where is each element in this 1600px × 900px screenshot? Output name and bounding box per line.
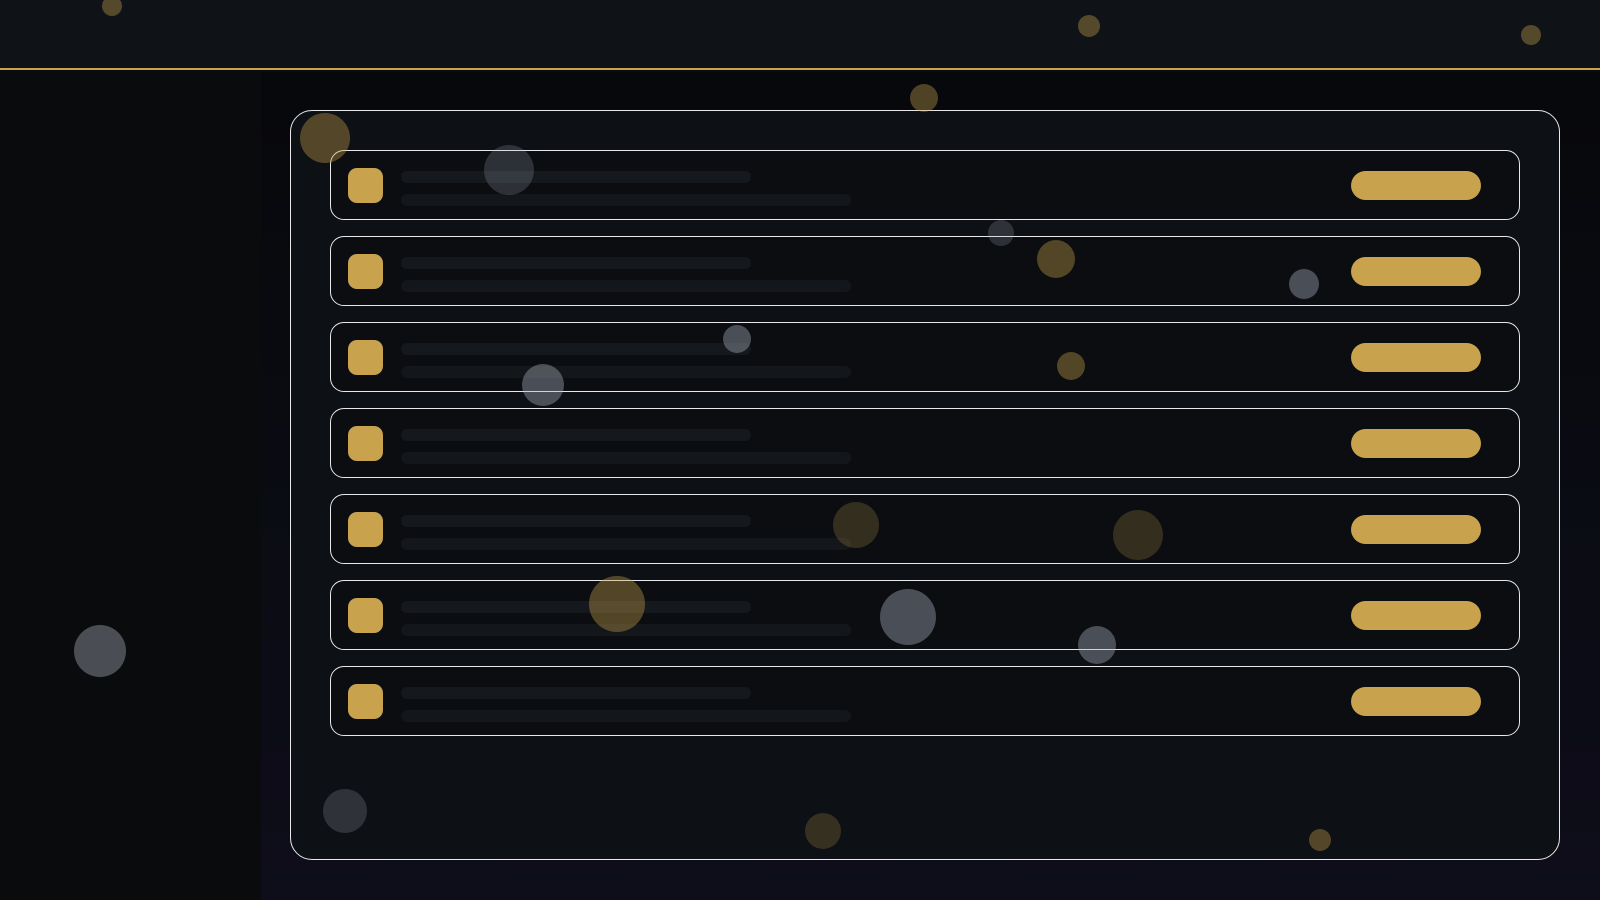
item-action-button[interactable] <box>1351 601 1481 630</box>
item-action-button[interactable] <box>1351 515 1481 544</box>
item-action-button[interactable] <box>1351 257 1481 286</box>
app-window <box>0 0 1600 900</box>
skeleton-list <box>330 150 1520 752</box>
list-item[interactable] <box>330 666 1520 736</box>
item-action-button[interactable] <box>1351 429 1481 458</box>
item-title-skeleton <box>401 687 751 699</box>
item-subtitle-skeleton <box>401 366 851 378</box>
item-subtitle-skeleton <box>401 194 851 206</box>
top-bar <box>0 0 1600 70</box>
item-action-button[interactable] <box>1351 343 1481 372</box>
placeholder-square-icon <box>348 168 383 203</box>
placeholder-square-icon <box>348 512 383 547</box>
sidebar <box>0 72 261 900</box>
placeholder-square-icon <box>348 598 383 633</box>
list-item[interactable] <box>330 408 1520 478</box>
item-subtitle-skeleton <box>401 624 851 636</box>
item-title-skeleton <box>401 601 751 613</box>
item-title-skeleton <box>401 515 751 527</box>
placeholder-square-icon <box>348 426 383 461</box>
item-subtitle-skeleton <box>401 280 851 292</box>
item-title-skeleton <box>401 171 751 183</box>
item-subtitle-skeleton <box>401 452 851 464</box>
list-item[interactable] <box>330 236 1520 306</box>
item-action-button[interactable] <box>1351 171 1481 200</box>
item-title-skeleton <box>401 343 751 355</box>
list-item[interactable] <box>330 150 1520 220</box>
item-title-skeleton <box>401 429 751 441</box>
placeholder-square-icon <box>348 340 383 375</box>
list-item[interactable] <box>330 494 1520 564</box>
item-subtitle-skeleton <box>401 710 851 722</box>
list-item[interactable] <box>330 580 1520 650</box>
placeholder-square-icon <box>348 254 383 289</box>
item-subtitle-skeleton <box>401 538 851 550</box>
item-title-skeleton <box>401 257 751 269</box>
item-action-button[interactable] <box>1351 687 1481 716</box>
placeholder-square-icon <box>348 684 383 719</box>
list-item[interactable] <box>330 322 1520 392</box>
